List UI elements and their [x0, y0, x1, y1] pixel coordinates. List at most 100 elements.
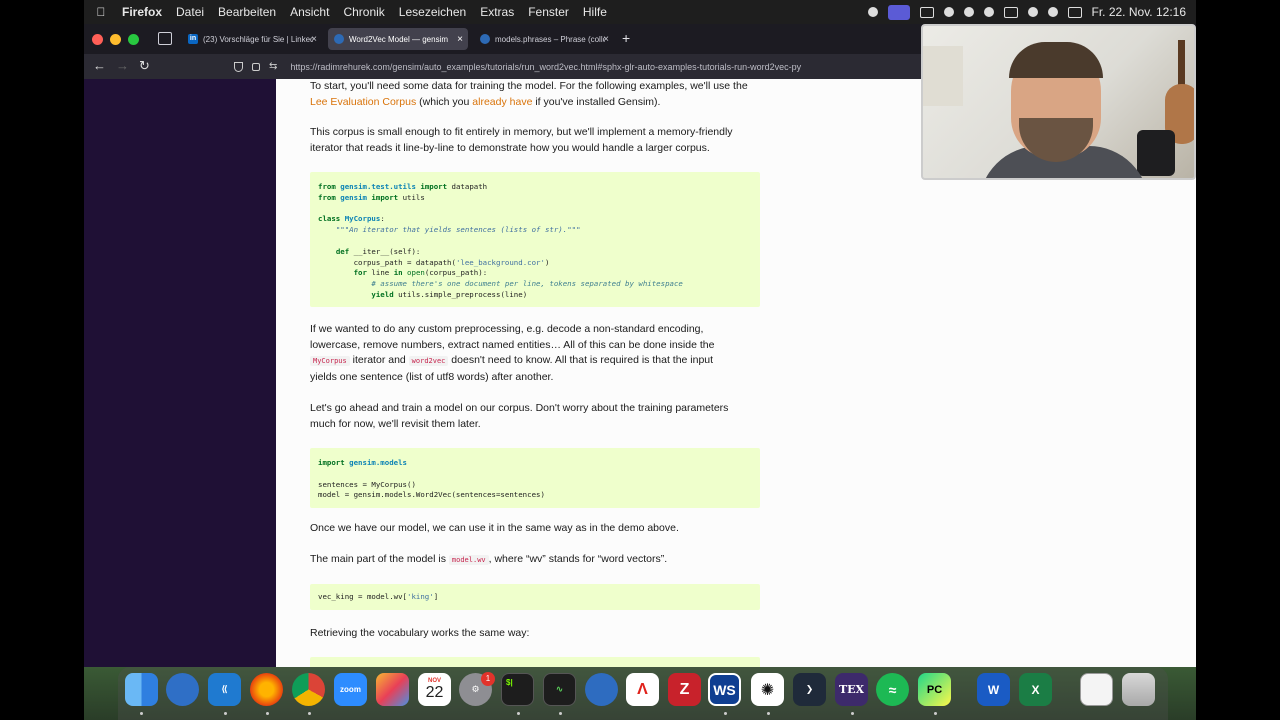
proxyman-icon[interactable] [585, 673, 618, 706]
close-window-button[interactable] [92, 34, 103, 45]
webstorm-icon[interactable]: WS [708, 673, 741, 706]
menu-lesezeichen[interactable]: Lesezeichen [399, 5, 466, 19]
webstorm-label: WS [713, 681, 736, 698]
already-have-link[interactable]: already have [472, 96, 532, 108]
word-icon[interactable]: W [977, 673, 1010, 706]
webcam-shelf [923, 46, 963, 106]
pycharm-label: PC [926, 683, 943, 696]
close-tab-icon[interactable]: × [457, 34, 463, 45]
code-token: utils [402, 192, 425, 202]
extension-status-icon[interactable] [943, 7, 954, 17]
running-indicator [266, 712, 269, 715]
right-letterbox [1196, 0, 1280, 720]
code-token: 'lee_background.cor' [455, 257, 545, 267]
text: If we wanted to do any custom preprocess… [310, 323, 704, 335]
code-token: MyCorpus [344, 214, 381, 224]
battery-icon[interactable] [1003, 6, 1018, 18]
tex-icon[interactable]: TEX [835, 673, 868, 706]
excel-icon[interactable]: X [1019, 673, 1052, 706]
code-token: yield [371, 289, 394, 299]
firefox-icon[interactable] [250, 673, 283, 706]
record-status-icon[interactable] [867, 7, 878, 17]
tab-linkedin[interactable]: in (23) Vorschläge für Sie | LinkedI × [182, 28, 322, 50]
control-center-icon[interactable] [1067, 6, 1082, 18]
text: iterator that reads it line-by-line to d… [310, 141, 710, 154]
paragraph-intro: To start, you'll need some data for trai… [310, 79, 760, 110]
menu-bearbeiten[interactable]: Bearbeiten [218, 5, 276, 19]
tracking-shield-icon[interactable] [234, 61, 243, 72]
linkedin-icon: in [188, 34, 198, 44]
pycharm-icon[interactable]: PC [918, 673, 951, 706]
screen-share-icon[interactable] [887, 4, 910, 20]
vscode-icon[interactable]: ⟪ [208, 673, 241, 706]
vpn-icon[interactable] [963, 7, 974, 17]
notification-badge: 1 [481, 672, 495, 686]
tab-word2vec[interactable]: Word2Vec Model — gensim × [328, 28, 468, 50]
menu-chronik[interactable]: Chronik [343, 5, 384, 19]
zoom-label: zoom [340, 685, 361, 694]
cursor-app-icon[interactable]: ❯ [793, 673, 826, 706]
code-token: class [318, 214, 341, 224]
chatgpt-icon[interactable]: ✺ [751, 673, 784, 706]
trash-icon[interactable] [1122, 673, 1155, 706]
code-token: import [371, 192, 399, 202]
code-token: ) [544, 257, 550, 267]
zotero-icon[interactable]: Z [668, 673, 701, 706]
menubar-clock[interactable]: Fr. 22. Nov. 12:16 [1092, 5, 1187, 19]
zoom-status-icon[interactable] [919, 6, 934, 18]
minimize-window-button[interactable] [110, 34, 121, 45]
zoom-app-icon[interactable]: zoom [334, 673, 367, 706]
back-icon[interactable]: ← [93, 58, 106, 73]
activity-monitor-icon[interactable]: ∿ [543, 673, 576, 706]
zoom-window-button[interactable] [128, 34, 139, 45]
menu-hilfe[interactable]: Hilfe [583, 5, 607, 19]
running-indicator [851, 712, 854, 715]
forward-icon[interactable]: → [116, 58, 129, 73]
launchpad-icon[interactable] [376, 673, 409, 706]
url-text[interactable]: https://radimrehurek.com/gensim/auto_exa… [290, 62, 801, 72]
documents-stack-icon[interactable] [1080, 673, 1113, 706]
text: This corpus is small enough to fit entir… [310, 126, 733, 138]
terminal-icon[interactable]: $| [501, 673, 534, 706]
close-tab-icon[interactable]: × [311, 34, 317, 45]
tab-title: (23) Vorschläge für Sie | LinkedI [203, 34, 313, 44]
finder-icon[interactable] [125, 673, 158, 706]
paragraph-corpus: This corpus is small enough to fit entir… [310, 125, 760, 156]
code-block-vocabulary[interactable] [310, 657, 760, 667]
code-block-corpus[interactable]: from gensim.test.utils import datapath f… [310, 172, 760, 307]
apple-menu-icon[interactable]:  [94, 5, 108, 19]
lock-icon[interactable] [252, 62, 260, 71]
calendar-icon[interactable]: NOV 22 [418, 673, 451, 706]
address-bar[interactable]: ⇆ https://radimrehurek.com/gensim/auto_e… [234, 57, 924, 76]
running-indicator [308, 712, 311, 715]
inline-code-model-wv: model.wv [448, 555, 489, 565]
spotlight-search-icon[interactable] [1047, 7, 1058, 17]
tab-overview-icon[interactable] [158, 32, 172, 45]
acrobat-icon[interactable]: Λ [626, 673, 659, 706]
new-tab-button[interactable]: + [622, 30, 630, 46]
running-indicator [517, 712, 520, 715]
tab-phrases[interactable]: models.phrases – Phrase (colloc × [474, 28, 614, 50]
menu-fenster[interactable]: Fenster [528, 5, 569, 19]
reload-icon[interactable]: ↻ [139, 58, 150, 74]
paragraph-vocabulary: Retrieving the vocabulary works the same… [310, 627, 530, 639]
text: Let's go ahead and train a model on our … [310, 402, 729, 414]
safari-download-icon[interactable] [166, 673, 199, 706]
app-menu-firefox[interactable]: Firefox [122, 5, 162, 19]
menu-datei[interactable]: Datei [176, 5, 204, 19]
code-token: line [371, 268, 390, 278]
wifi-icon[interactable] [1027, 7, 1038, 17]
spotify-icon[interactable]: ≈ [876, 673, 909, 706]
tex-label: TEX [838, 683, 865, 696]
site-permissions-icon[interactable]: ⇆ [269, 61, 277, 72]
code-block-king[interactable]: vec_king = model.wv['king'] [310, 584, 760, 610]
code-token: __iter__(self): [353, 246, 421, 256]
chrome-icon[interactable] [292, 673, 325, 706]
menu-extras[interactable]: Extras [480, 5, 514, 19]
menu-ansicht[interactable]: Ansicht [290, 5, 329, 19]
lee-corpus-link[interactable]: Lee Evaluation Corpus [310, 96, 416, 108]
code-block-train[interactable]: import gensim.models sentences = MyCorpu… [310, 448, 760, 508]
tab-title: models.phrases – Phrase (colloc [495, 34, 605, 44]
headphones-icon[interactable] [983, 7, 994, 17]
close-tab-icon[interactable]: × [603, 34, 609, 45]
